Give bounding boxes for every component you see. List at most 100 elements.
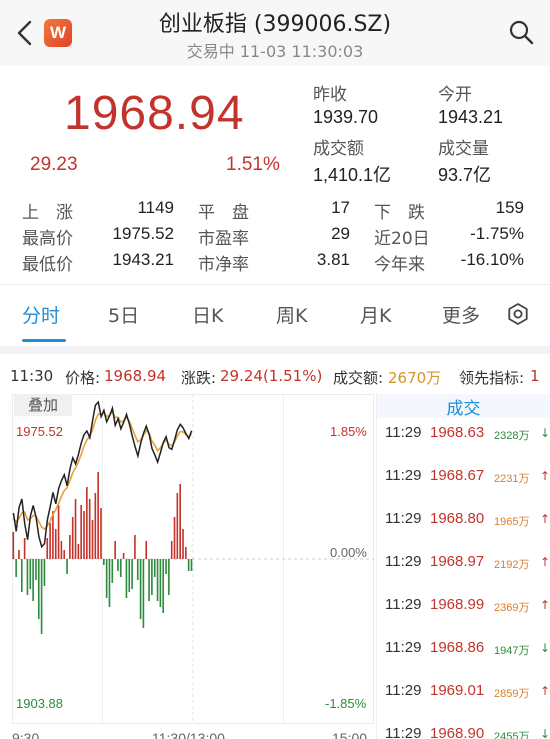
overlay-button[interactable]: 叠加	[14, 394, 72, 416]
arrow-down-icon: ↓	[540, 727, 550, 739]
search-icon[interactable]	[508, 19, 534, 45]
crosshair-info-bar: 11:30 价格: 1968.94 涨跌: 29.24(1.51%) 成交额: …	[0, 362, 550, 390]
stat-value: 17	[331, 198, 350, 217]
tab-weekly-k[interactable]: 周K	[276, 301, 307, 328]
lead-indicator-bar	[111, 559, 114, 583]
lead-indicator-bar	[15, 559, 17, 577]
lead-indicator-bar	[148, 559, 150, 601]
open-price: 今开 1943.21	[438, 80, 503, 128]
arrow-up-icon: ↑	[540, 512, 550, 526]
trade-row: 11:29 1968.99 2369万 ↑	[377, 594, 550, 618]
info-amount: 2670万	[388, 369, 442, 387]
lead-indicator-bar	[54, 529, 57, 559]
y-low-pct-label: -1.85%	[325, 696, 367, 711]
lead-indicator-bar	[187, 559, 190, 571]
stat-value: 159	[495, 198, 524, 217]
lead-indicator-bar	[114, 541, 116, 559]
lead-indicator-bar	[139, 559, 142, 619]
lead-indicator-bar	[125, 559, 128, 598]
lead-indicator-bar	[190, 559, 193, 571]
lead-indicator-bar	[185, 547, 187, 559]
trade-list[interactable]: 成交 11:29 1968.63 2328万 ↓ 11:29 1968.67 2231万 ↑ 1…	[376, 394, 550, 739]
trade-volume: 2369万	[494, 602, 530, 614]
lead-indicator-bar	[66, 559, 68, 574]
trade-volume: 2328万	[494, 430, 530, 442]
info-price: 1968.94	[104, 367, 167, 385]
trade-price: 1968.99	[430, 596, 485, 613]
arrow-up-icon: ↑	[540, 469, 550, 483]
stats-row: 上 涨 1149 平 盘 17 下 跌 159	[0, 198, 550, 224]
open-value: 1943.21	[438, 107, 504, 127]
trade-volume: 2455万	[494, 731, 530, 739]
trade-time: 11:29	[385, 510, 422, 527]
lead-indicator-bar	[105, 559, 108, 598]
trade-time: 11:29	[385, 682, 422, 699]
stat-label: 平 盘	[198, 203, 249, 223]
lead-indicator-bar	[23, 538, 26, 559]
arrow-down-icon: ↓	[540, 641, 550, 655]
trade-time: 11:29	[385, 424, 422, 441]
stat-value: -16.10%	[460, 250, 524, 269]
volume: 成交量 93.7亿	[438, 134, 491, 187]
stat-value: -1.75%	[470, 224, 524, 243]
y-high-label: 1975.52	[16, 424, 63, 439]
stats-row: 最低价 1943.21 市净率 3.81 今年来 -16.10%	[0, 250, 550, 276]
stat-label: 上 涨	[22, 203, 73, 223]
stat-label: 市盈率	[198, 229, 249, 249]
trade-row: 11:29 1968.86 1947万 ↓	[377, 637, 550, 661]
tab-intraday[interactable]: 分时	[22, 301, 60, 328]
trade-time: 11:29	[385, 553, 422, 570]
arrow-up-icon: ↑	[540, 598, 550, 612]
lead-indicator-bar	[162, 559, 165, 613]
stat-value: 1149	[137, 198, 174, 217]
trade-time: 11:29	[385, 725, 422, 739]
tab-5day[interactable]: 5日	[108, 301, 139, 328]
trade-list-header: 成交	[377, 394, 550, 419]
lead-indicator-bar	[176, 493, 179, 559]
period-tabs: 分时 5日 日K 周K 月K 更多	[0, 284, 550, 346]
arrow-up-icon: ↑	[540, 684, 550, 698]
settings-icon[interactable]	[505, 301, 531, 327]
arrow-up-icon: ↑	[540, 555, 550, 569]
lead-indicator-bar	[170, 541, 173, 559]
lead-indicator-bar	[74, 499, 77, 559]
lead-indicator-bar	[46, 538, 49, 559]
tab-more[interactable]: 更多	[442, 301, 480, 328]
trade-price: 1968.90	[430, 725, 485, 739]
lead-indicator-bar	[131, 559, 133, 589]
lead-indicator-bar	[117, 559, 119, 571]
intraday-chart[interactable]	[12, 394, 374, 724]
time-end-label: 15:00	[332, 730, 368, 739]
trade-price: 1968.67	[430, 467, 485, 484]
trade-time: 11:29	[385, 639, 422, 656]
y-mid-pct-label: 0.00%	[330, 545, 367, 560]
stat-value: 1975.52	[112, 224, 174, 243]
volume-value: 93.7亿	[438, 165, 492, 185]
trade-volume: 1965万	[494, 516, 530, 528]
trade-volume: 2192万	[494, 559, 530, 571]
trade-row: 11:29 1968.97 2192万 ↑	[377, 551, 550, 575]
lead-indicator-bar	[49, 523, 51, 559]
lead-indicator-bar	[97, 472, 99, 559]
lead-indicator-bar	[29, 559, 32, 589]
lead-indicator-bar	[88, 499, 91, 559]
lead-indicator-bar	[100, 508, 102, 559]
lead-indicator-bar	[18, 550, 20, 559]
lead-indicator-bar	[182, 529, 184, 559]
trade-price: 1969.01	[430, 682, 485, 699]
turnover-label: 成交额	[313, 139, 364, 159]
lead-indicator-bar	[119, 559, 122, 577]
lead-indicator-bar	[57, 505, 60, 559]
lead-indicator-bar	[156, 559, 159, 601]
stat-value: 29	[331, 224, 350, 243]
lead-indicator-bar	[63, 550, 66, 559]
stat-label: 最低价	[22, 255, 73, 275]
lead-indicator-bar	[52, 511, 54, 559]
stat-label: 今年来	[374, 255, 425, 275]
chart-panel: 11:30 价格: 1968.94 涨跌: 29.24(1.51%) 成交额: …	[0, 346, 550, 739]
stat-value: 3.81	[316, 250, 350, 269]
lead-indicator-bar	[165, 559, 167, 574]
trade-time: 11:29	[385, 467, 422, 484]
tab-daily-k[interactable]: 日K	[192, 301, 223, 328]
tab-monthly-k[interactable]: 月K	[360, 301, 391, 328]
